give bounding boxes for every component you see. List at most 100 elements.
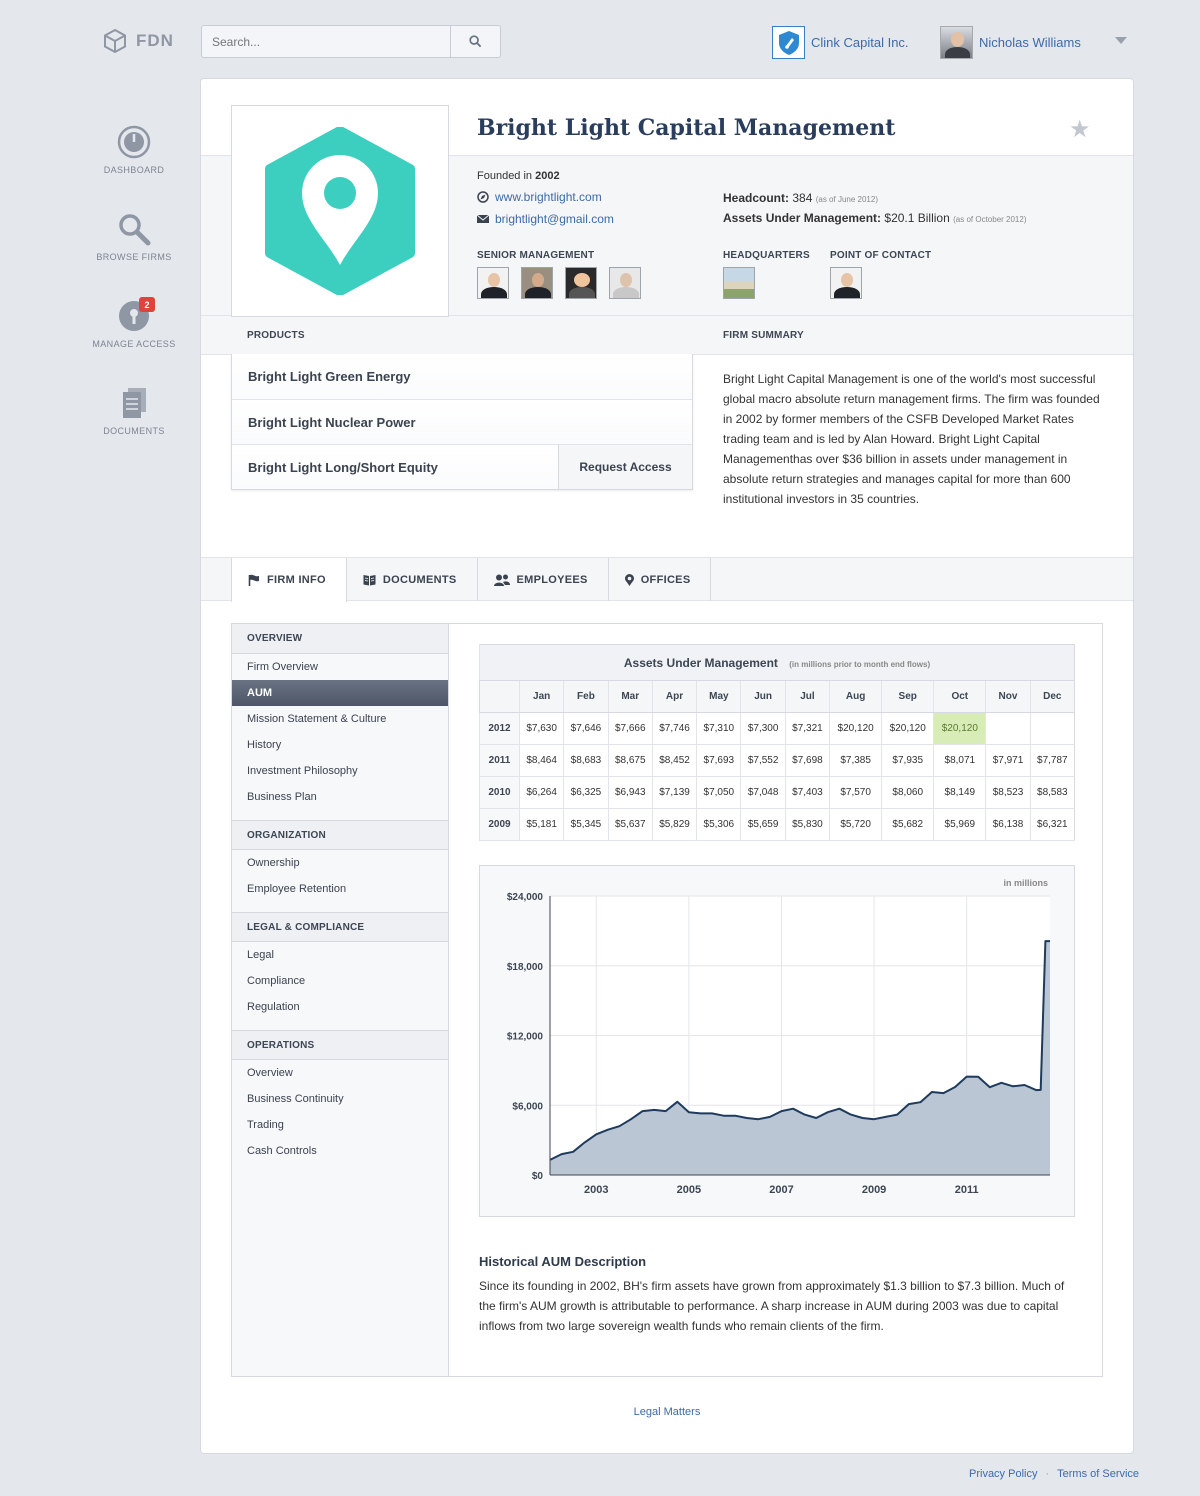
aum-cell: $5,720 xyxy=(829,808,882,841)
nav-browse-firms[interactable]: BROWSE FIRMS xyxy=(90,212,178,299)
month-column-header: Mar xyxy=(607,680,653,713)
subnav-item[interactable]: Firm Overview xyxy=(232,654,448,680)
aum-cell: $6,943 xyxy=(607,776,653,809)
aum-cell: $5,306 xyxy=(696,808,741,841)
aum-info: Assets Under Management: $20.1 Billion (… xyxy=(723,211,1027,225)
month-column-header: May xyxy=(696,680,741,713)
search-box xyxy=(201,25,501,58)
legal-matters-link[interactable]: Legal Matters xyxy=(201,1406,1133,1418)
firm-info-content: OVERVIEW Firm Overview AUM Mission State… xyxy=(231,623,1103,1377)
company-switcher[interactable]: Clink Capital Inc. xyxy=(772,26,909,59)
subnav-item[interactable]: History xyxy=(232,732,448,758)
nav-manage-access[interactable]: 2 MANAGE ACCESS xyxy=(90,297,178,386)
x-tick-label: 2003 xyxy=(584,1184,608,1196)
manager-avatar[interactable] xyxy=(477,267,509,299)
manager-avatar[interactable] xyxy=(521,267,553,299)
nav-dashboard[interactable]: DASHBOARD xyxy=(90,125,178,212)
tab-firm-info[interactable]: FIRM INFO xyxy=(231,558,347,602)
subnav-item[interactable]: Business Continuity xyxy=(232,1086,448,1112)
subnav-item[interactable]: Ownership xyxy=(232,850,448,876)
subnav-item[interactable]: Compliance xyxy=(232,968,448,994)
y-tick-label: $24,000 xyxy=(507,892,544,903)
search-button[interactable] xyxy=(450,26,500,57)
aum-cell: $8,675 xyxy=(607,744,653,777)
tab-offices[interactable]: OFFICES xyxy=(609,558,712,601)
nav-label: DASHBOARD xyxy=(103,165,165,175)
subnav-item[interactable]: Employee Retention xyxy=(232,876,448,902)
senior-management-heading: SENIOR MANAGEMENT xyxy=(477,250,595,261)
subnav-item[interactable]: Overview xyxy=(232,1060,448,1086)
aum-cell: $8,071 xyxy=(933,744,986,777)
subnav-item[interactable]: Trading xyxy=(232,1112,448,1138)
month-column-header: Jul xyxy=(784,680,830,713)
aum-cell xyxy=(1029,712,1075,745)
map-pin-icon xyxy=(624,573,634,586)
subnav-item[interactable]: Investment Philosophy xyxy=(232,758,448,784)
subnav-item[interactable]: Cash Controls xyxy=(232,1138,448,1164)
subnav-heading: ORGANIZATION xyxy=(232,820,448,850)
historical-aum-text: Since its founding in 2002, BH's firm as… xyxy=(479,1279,1065,1333)
product-item[interactable]: Bright Light Nuclear Power xyxy=(232,399,692,444)
product-item[interactable]: Bright Light Long/Short Equity Request A… xyxy=(232,444,692,489)
point-of-contact-avatar[interactable] xyxy=(830,267,862,299)
x-tick-label: 2005 xyxy=(677,1184,701,1196)
user-dropdown-caret-icon[interactable] xyxy=(1115,37,1127,44)
flag-icon xyxy=(248,574,259,586)
product-item[interactable]: Bright Light Green Energy xyxy=(232,354,692,399)
manager-avatar[interactable] xyxy=(565,267,597,299)
request-access-button[interactable]: Request Access xyxy=(558,445,692,489)
manager-avatar[interactable] xyxy=(609,267,641,299)
product-name: Bright Light Green Energy xyxy=(248,369,411,384)
table-row: 2012 $7,630 $7,646 $7,666 $7,746 $7,310 $7,300… xyxy=(479,712,1075,745)
nav-label: DOCUMENTS xyxy=(103,426,165,436)
website-row: www.brightlight.com xyxy=(477,190,602,204)
tab-employees[interactable]: EMPLOYEES xyxy=(478,558,609,601)
aum-cell: $8,452 xyxy=(651,744,697,777)
aum-cell: $7,403 xyxy=(784,776,830,809)
aum-label: Assets Under Management: xyxy=(723,211,882,225)
subnav-item[interactable]: Mission Statement & Culture xyxy=(232,706,448,732)
aum-table-title: Assets Under Management xyxy=(623,655,778,670)
firm-profile-card: Bright Light Capital Management ★ Founde… xyxy=(200,78,1134,1454)
tab-documents[interactable]: DOCUMENTS xyxy=(347,558,478,601)
subnav-item[interactable]: Business Plan xyxy=(232,784,448,810)
aum-cell: $7,050 xyxy=(696,776,741,809)
aum-cell: $5,682 xyxy=(881,808,934,841)
aum-cell: $8,523 xyxy=(985,776,1031,809)
aum-cell: $7,300 xyxy=(740,712,786,745)
privacy-policy-link[interactable]: Privacy Policy xyxy=(969,1468,1037,1480)
website-link[interactable]: www.brightlight.com xyxy=(495,190,602,204)
aum-cell: $7,310 xyxy=(696,712,741,745)
aum-cell: $5,659 xyxy=(740,808,786,841)
subnav-item[interactable]: Regulation xyxy=(232,994,448,1020)
subnav-item[interactable]: Legal xyxy=(232,942,448,968)
tab-label: FIRM INFO xyxy=(267,574,326,586)
aum-cell: $7,570 xyxy=(829,776,882,809)
cube-logo-icon xyxy=(104,28,126,54)
aum-cell: $20,120 xyxy=(933,712,986,745)
aum-cell: $7,630 xyxy=(518,712,564,745)
month-column-header: Feb xyxy=(563,680,609,713)
headquarters-photo[interactable] xyxy=(723,267,755,299)
aum-cell: $8,683 xyxy=(563,744,609,777)
nav-documents[interactable]: DOCUMENTS xyxy=(90,386,178,473)
aum-cell: $7,048 xyxy=(740,776,786,809)
product-name: Bright Light Long/Short Equity xyxy=(248,459,438,475)
favorite-star-icon[interactable]: ★ xyxy=(1069,115,1091,144)
founded-info: Founded in 2002 xyxy=(477,170,560,182)
user-menu[interactable]: Nicholas Williams xyxy=(940,26,1081,59)
compass-icon xyxy=(477,191,489,203)
map-pin-hexagon-icon xyxy=(265,127,415,295)
envelope-icon xyxy=(477,214,489,223)
terms-of-service-link[interactable]: Terms of Service xyxy=(1057,1468,1139,1480)
search-input[interactable] xyxy=(202,26,450,57)
logo-text: FDN xyxy=(136,31,174,50)
email-link[interactable]: brightlight@gmail.com xyxy=(495,212,614,226)
tab-label: OFFICES xyxy=(640,573,691,586)
notification-badge: 2 xyxy=(139,297,155,312)
subnav-item-active[interactable]: AUM xyxy=(232,680,448,706)
app-logo[interactable]: FDN xyxy=(102,28,174,54)
aum-cell: $5,969 xyxy=(933,808,986,841)
month-column-header: Aug xyxy=(829,680,882,713)
user-avatar xyxy=(940,26,973,59)
